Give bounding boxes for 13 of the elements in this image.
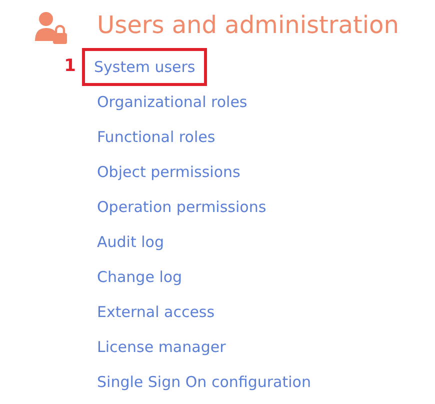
callout-number: 1 (64, 54, 76, 78)
admin-link[interactable]: External access (85, 302, 215, 322)
user-lock-icon (35, 11, 69, 45)
admin-link[interactable]: Organizational roles (85, 92, 248, 112)
admin-link[interactable]: Change log (85, 266, 182, 286)
admin-link[interactable]: Audit log (85, 232, 164, 252)
admin-link[interactable]: Object permissions (85, 162, 240, 182)
admin-link[interactable]: System users (82, 48, 208, 86)
admin-link[interactable]: Single Sign On configuration (85, 372, 311, 392)
admin-link[interactable]: Functional roles (85, 126, 216, 146)
admin-link[interactable]: Operation permissions (85, 196, 266, 216)
section-title: Users and administration (97, 10, 399, 41)
admin-link[interactable]: License manager (85, 336, 226, 356)
